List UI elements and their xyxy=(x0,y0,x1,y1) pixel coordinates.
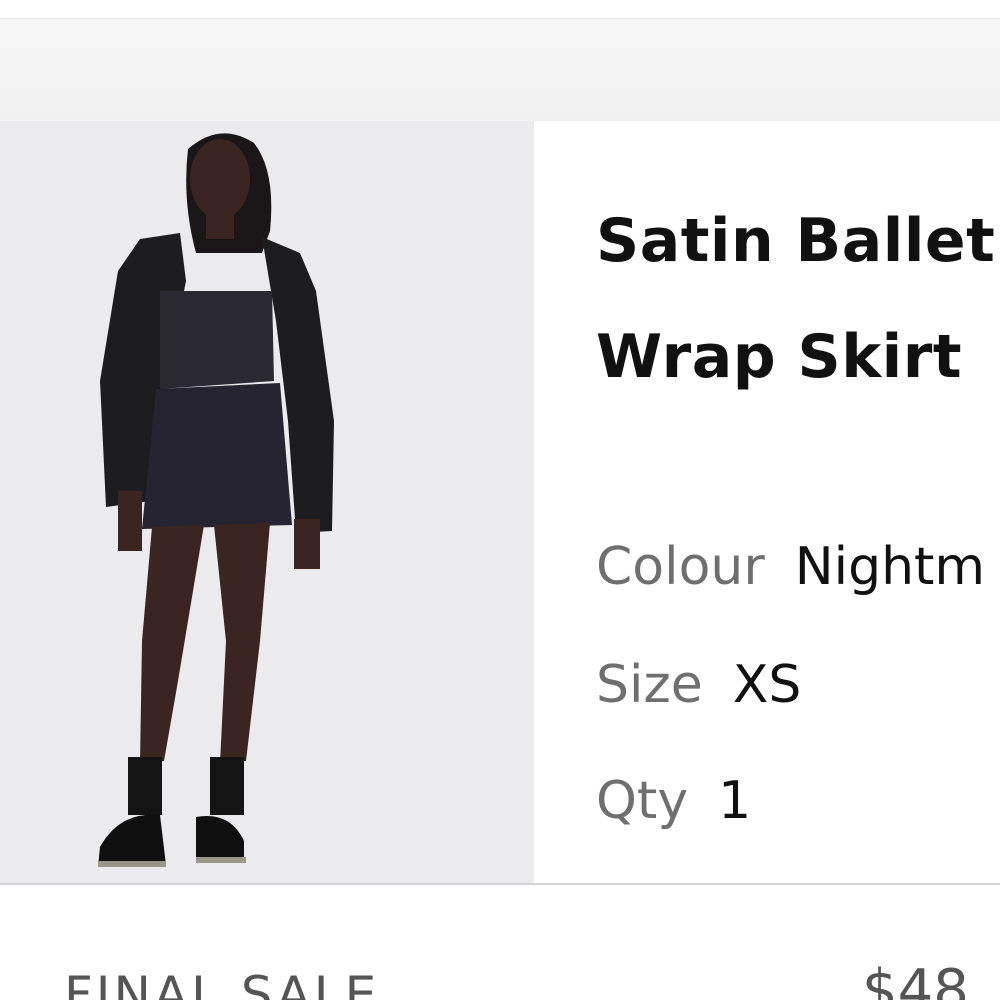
product-image[interactable] xyxy=(0,121,534,883)
product-photo-illustration xyxy=(0,121,534,883)
size-row: Size XS xyxy=(596,655,801,715)
size-label: Size xyxy=(596,655,703,715)
cart-item-page: Satin Ballet Wrap Skirt Colour Nightm Siz… xyxy=(0,0,1000,1000)
colour-label: Colour xyxy=(596,537,765,597)
header-bar xyxy=(0,18,1000,122)
qty-row: Qty 1 xyxy=(596,771,751,831)
status-strip xyxy=(0,0,1000,18)
qty-value: 1 xyxy=(718,771,752,831)
item-price: $48 xyxy=(862,958,969,1000)
item-footer: FINAL SALE $48 xyxy=(0,885,1000,1000)
final-sale-badge: FINAL SALE xyxy=(64,966,380,1000)
qty-label: Qty xyxy=(596,771,689,831)
colour-value: Nightm xyxy=(794,537,986,597)
colour-row: Colour Nightm xyxy=(596,537,985,597)
product-info: Satin Ballet Wrap Skirt Colour Nightm Siz… xyxy=(534,121,1000,883)
product-title[interactable]: Satin Ballet Wrap Skirt xyxy=(596,183,1000,415)
size-value: XS xyxy=(732,655,802,715)
